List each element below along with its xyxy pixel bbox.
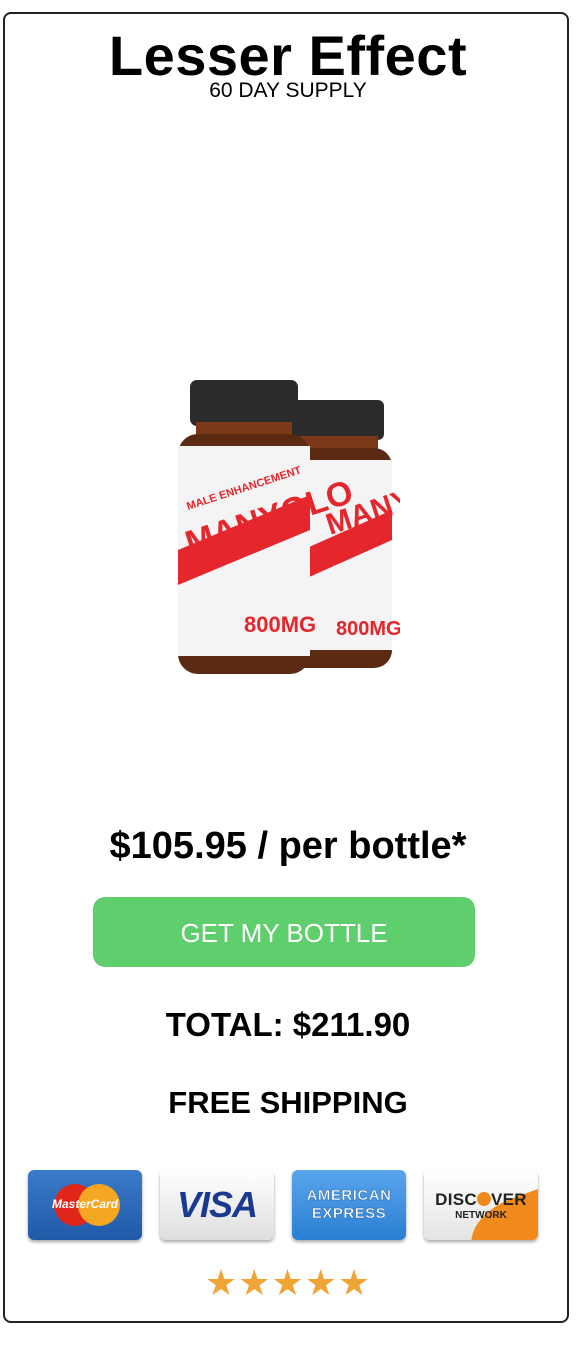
- discover-network-text: NETWORK: [455, 1209, 507, 1221]
- discover-logo: DISC VER NETWORK: [424, 1170, 538, 1240]
- mastercard-text: MasterCard: [51, 1197, 119, 1211]
- amex-line1: AMERICAN: [306, 1187, 392, 1204]
- rating-stars: ★★★★★: [204, 1262, 372, 1303]
- product-bottles-image: MANYOLO 800MG MALE ENHANCEMENT MANYOLO 8…: [178, 380, 400, 674]
- visa-logo: VISA: [160, 1170, 274, 1240]
- payment-methods: MasterCard VISA AMERICAN EXPRESS DISC VER…: [28, 1170, 538, 1242]
- order-total: TOTAL: $211.90: [165, 1006, 411, 1043]
- free-shipping-label: FREE SHIPPING: [168, 1085, 408, 1120]
- back-dose-text: 800MG: [336, 618, 400, 640]
- amex-line2: EXPRESS: [311, 1205, 387, 1222]
- offer-title: Lesser Effect: [108, 24, 468, 87]
- visa-text: VISA: [176, 1184, 258, 1225]
- discover-text: DISC VER: [435, 1189, 527, 1209]
- price-per-bottle: $105.95 / per bottle*: [109, 825, 467, 867]
- american-express-logo: AMERICAN EXPRESS: [292, 1170, 406, 1240]
- front-dose-text: 800MG: [244, 612, 316, 637]
- mastercard-logo: MasterCard: [28, 1170, 142, 1240]
- get-my-bottle-button[interactable]: GET MY BOTTLE: [93, 897, 475, 967]
- supply-label: 60 DAY SUPPLY: [209, 79, 367, 102]
